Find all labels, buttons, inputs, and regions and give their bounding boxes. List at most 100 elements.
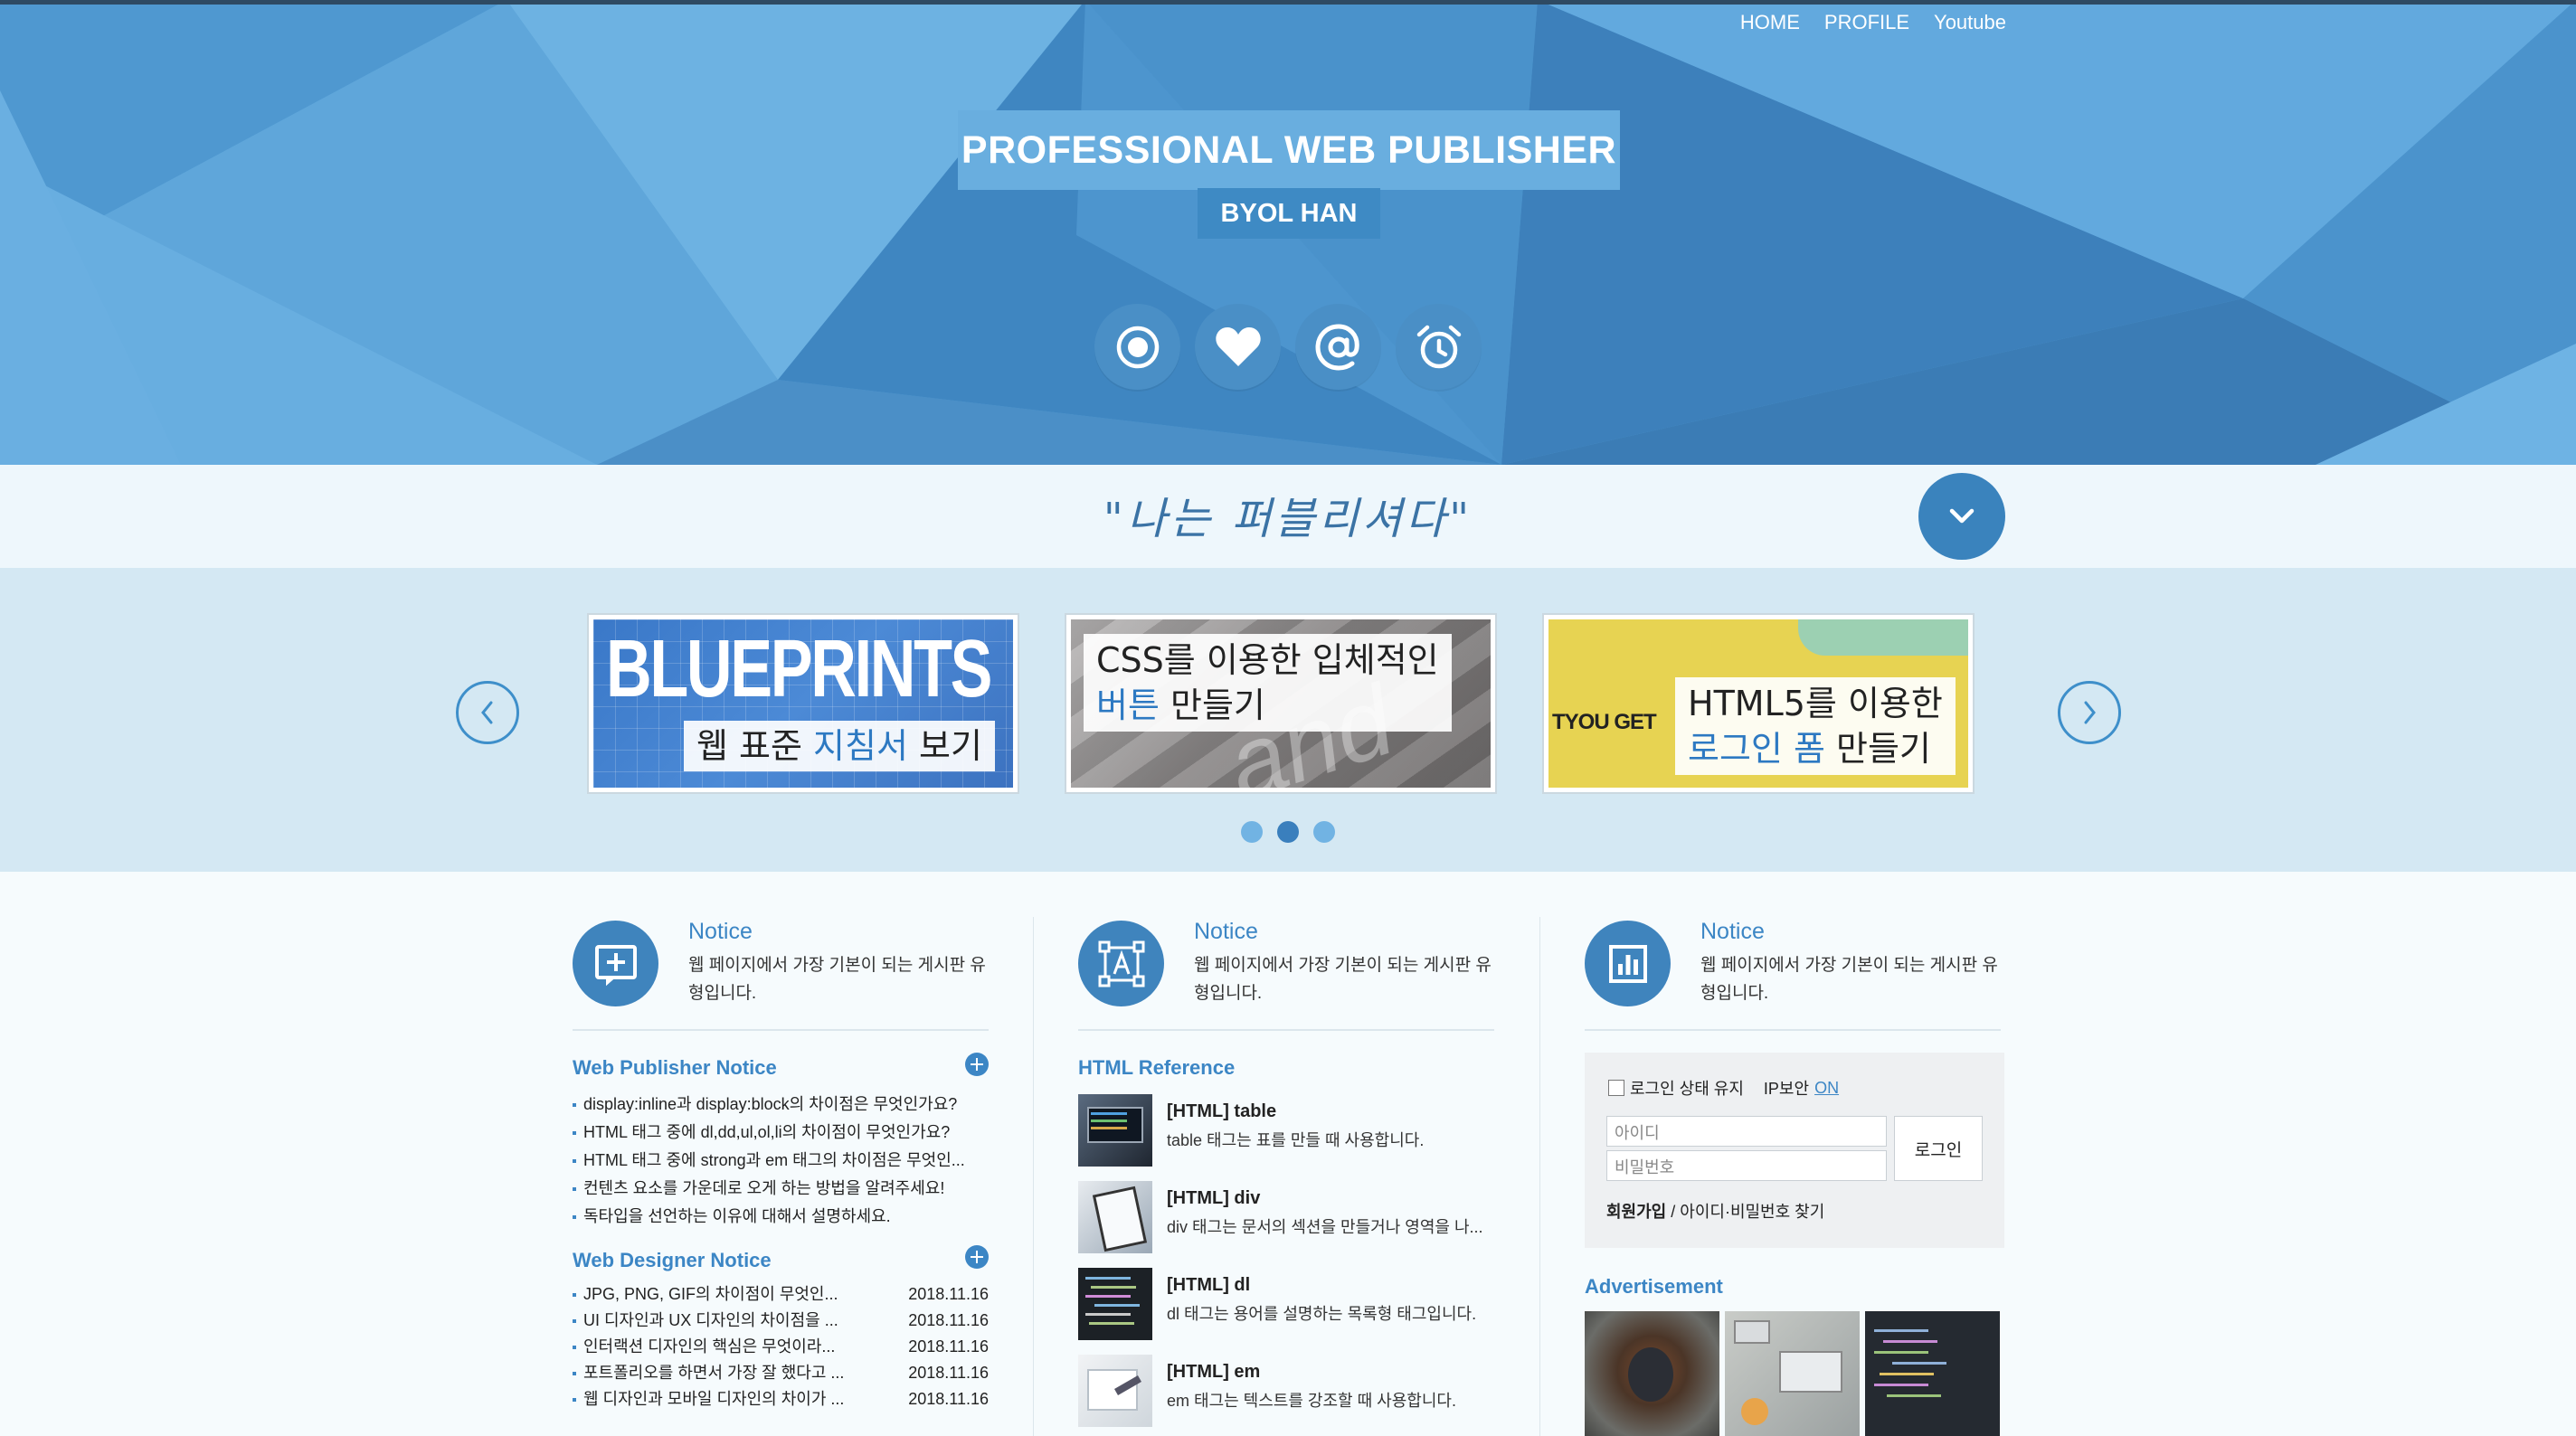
reference-title: [HTML] table bbox=[1167, 1101, 1277, 1121]
login-button[interactable]: 로그인 bbox=[1894, 1116, 1983, 1181]
list-item[interactable]: UI 디자인과 UX 디자인의 차이점을 ... 2018.11.16 bbox=[573, 1308, 989, 1334]
slide-3-caption-post: 만들기 bbox=[1824, 729, 1931, 769]
slide-2-caption-line1: CSS를 이용한 입체적인 bbox=[1096, 640, 1439, 680]
notice-header: Notice 웹 페이지에서 가장 기본이 되는 게시판 유형입니다. bbox=[573, 917, 989, 1031]
reference-title: [HTML] em bbox=[1167, 1362, 1261, 1382]
slogan-text: "나는 퍼블리셔다" bbox=[1103, 494, 1473, 544]
slide-3-caption: HTML5를 이용한로그인 폼 만들기 bbox=[1675, 677, 1956, 775]
ad-image-2[interactable] bbox=[1725, 1311, 1860, 1436]
ad-image-1[interactable] bbox=[1585, 1311, 1719, 1436]
banner-slider: BLUEPRINTS 웹 표준 지침서 보기 and inte CSS를 이용한… bbox=[0, 568, 2576, 872]
ad-image-3[interactable] bbox=[1865, 1311, 2000, 1436]
id-field[interactable]: 아이디 bbox=[1606, 1116, 1887, 1147]
scroll-down-button[interactable] bbox=[1918, 473, 2005, 560]
keep-login-checkbox[interactable] bbox=[1608, 1080, 1624, 1096]
main-content: Notice 웹 페이지에서 가장 기본이 되는 게시판 유형입니다. Web … bbox=[0, 872, 2576, 1436]
reference-item[interactable]: [HTML] table table 태그는 표를 만들 때 사용합니다. bbox=[1078, 1094, 1494, 1167]
hero-subtitle: BYOL HAN bbox=[1198, 188, 1380, 239]
list-item-text: UI 디자인과 UX 디자인의 차이점을 ... bbox=[583, 1311, 838, 1329]
notice-title[interactable]: Notice bbox=[1700, 919, 1765, 945]
slide-blueprints[interactable]: BLUEPRINTS 웹 표준 지침서 보기 bbox=[589, 615, 1018, 792]
advertisement-gallery bbox=[1585, 1311, 2001, 1436]
slide-1-caption-highlight: 지침서 bbox=[813, 726, 908, 766]
ip-security-toggle[interactable]: ON bbox=[1814, 1079, 1839, 1098]
reference-item[interactable]: [HTML] dl dl 태그는 용어를 설명하는 목록형 태그입니다. bbox=[1078, 1268, 1494, 1340]
designer-notice-title-text[interactable]: Web Designer Notice bbox=[573, 1249, 772, 1271]
list-item-text: 인터랙션 디자인의 핵심은 무엇이라... bbox=[583, 1337, 836, 1356]
sketch-thumbnail bbox=[1078, 1355, 1152, 1427]
list-item[interactable]: 인터랙션 디자인의 핵심은 무엇이라... 2018.11.16 bbox=[573, 1334, 989, 1360]
slide-3-caption-line1: HTML5를 이용한 bbox=[1688, 684, 1943, 723]
publisher-notice-list: display:inline과 display:block의 차이점은 무엇인가… bbox=[573, 1091, 989, 1231]
slide-2-caption-highlight: 버튼 bbox=[1096, 685, 1160, 725]
reference-title: [HTML] dl bbox=[1167, 1275, 1251, 1295]
list-item[interactable]: display:inline과 display:block의 차이점은 무엇인가… bbox=[573, 1091, 989, 1119]
laptop-thumbnail bbox=[1078, 1094, 1152, 1167]
hero-banner: HOME PROFILE Youtube PROFESSIONAL WEB PU… bbox=[0, 0, 2576, 465]
chevron-down-icon bbox=[1949, 508, 1975, 524]
plus-icon[interactable] bbox=[965, 1053, 989, 1076]
slider-next-button[interactable] bbox=[2058, 681, 2121, 744]
notice-header: Notice 웹 페이지에서 가장 기본이 되는 게시판 유형입니다. bbox=[1585, 917, 2001, 1031]
slider-dot-1[interactable] bbox=[1241, 821, 1263, 843]
nav-youtube-link[interactable]: Youtube bbox=[1934, 11, 2006, 34]
slide-3-side-text: TYOU GET bbox=[1552, 710, 1657, 734]
nav-profile-link[interactable]: PROFILE bbox=[1824, 11, 1909, 34]
ip-security-label: IP보안 bbox=[1763, 1080, 1810, 1098]
slide-html5-login[interactable]: TYOU GET HTML5를 이용한로그인 폼 만들기 bbox=[1544, 615, 1973, 792]
column-publisher: Notice 웹 페이지에서 가장 기본이 되는 게시판 유형입니다. Web … bbox=[573, 917, 989, 1412]
at-icon[interactable] bbox=[1295, 304, 1381, 390]
list-item[interactable]: 포트폴리오를 하면서 가장 잘 했다고 ... 2018.11.16 bbox=[573, 1360, 989, 1386]
publisher-notice-title-text[interactable]: Web Publisher Notice bbox=[573, 1056, 777, 1079]
slide-1-caption-pre: 웹 표준 bbox=[696, 726, 814, 766]
notice-header: Notice 웹 페이지에서 가장 기본이 되는 게시판 유형입니다. bbox=[1078, 917, 1494, 1031]
reference-item[interactable]: [HTML] div div 태그는 문서의 섹션을 만들거나 영역을 나... bbox=[1078, 1181, 1494, 1253]
nav-home-link[interactable]: HOME bbox=[1740, 11, 1800, 34]
alarm-clock-icon[interactable] bbox=[1396, 304, 1482, 390]
slide-3-caption-highlight: 로그인 폼 bbox=[1688, 729, 1825, 769]
plus-icon[interactable] bbox=[965, 1245, 989, 1269]
column-divider bbox=[1539, 917, 1540, 1436]
list-item[interactable]: 독타입을 선언하는 이유에 대해서 설명하세요. bbox=[573, 1203, 989, 1231]
notice-title[interactable]: Notice bbox=[688, 919, 753, 945]
chevron-left-icon bbox=[481, 701, 493, 724]
slider-pagination bbox=[1241, 821, 1335, 843]
password-field[interactable]: 비밀번호 bbox=[1606, 1150, 1887, 1181]
slider-prev-button[interactable] bbox=[456, 681, 519, 744]
join-link[interactable]: 회원가입 bbox=[1606, 1203, 1666, 1221]
designer-notice-title: Web Designer Notice bbox=[573, 1245, 989, 1272]
list-item[interactable]: 웹 디자인과 모바일 디자인의 차이가 ... 2018.11.16 bbox=[573, 1386, 989, 1412]
list-item-date: 2018.11.16 bbox=[908, 1390, 989, 1408]
column-reference: Notice 웹 페이지에서 가장 기본이 되는 게시판 유형입니다. HTML… bbox=[1078, 917, 1494, 1427]
reference-desc: div 태그는 문서의 섹션을 만들거나 영역을 나... bbox=[1167, 1218, 1483, 1236]
slide-2-caption-post: 만들기 bbox=[1159, 685, 1265, 725]
login-options: 로그인 상태 유지 IP보안 ON bbox=[1608, 1076, 1839, 1100]
slide-1-caption: 웹 표준 지침서 보기 bbox=[684, 721, 995, 771]
tablet-thumbnail bbox=[1078, 1181, 1152, 1253]
slide-3-shape bbox=[1798, 619, 1968, 656]
text-frame-icon bbox=[1078, 921, 1164, 1006]
heart-icon[interactable] bbox=[1195, 304, 1281, 390]
column-divider bbox=[1033, 917, 1034, 1436]
record-icon[interactable] bbox=[1094, 304, 1180, 390]
slider-dot-3[interactable] bbox=[1313, 821, 1335, 843]
list-item[interactable]: JPG, PNG, GIF의 차이점이 무엇인... 2018.11.16 bbox=[573, 1281, 989, 1308]
list-item[interactable]: HTML 태그 중에 dl,dd,ul,ol,li의 차이점이 무엇인가요? bbox=[573, 1119, 989, 1147]
list-item[interactable]: 컨텐츠 요소를 가운데로 오게 하는 방법을 알려주세요! bbox=[573, 1175, 989, 1203]
designer-notice-list: JPG, PNG, GIF의 차이점이 무엇인... 2018.11.16 UI … bbox=[573, 1281, 989, 1412]
reference-item[interactable]: [HTML] em em 태그는 텍스트를 강조할 때 사용합니다. bbox=[1078, 1355, 1494, 1427]
reference-title: [HTML] div bbox=[1167, 1188, 1261, 1208]
hero-icon-group bbox=[1094, 304, 1482, 390]
html-reference-title[interactable]: HTML Reference bbox=[1078, 1056, 1494, 1080]
slide-css-button[interactable]: and inte CSS를 이용한 입체적인버튼 만들기 bbox=[1066, 615, 1495, 792]
list-item-date: 2018.11.16 bbox=[908, 1311, 989, 1329]
bar-chart-icon bbox=[1585, 921, 1671, 1006]
slider-dot-2[interactable] bbox=[1277, 821, 1299, 843]
link-separator: / bbox=[1666, 1203, 1681, 1221]
login-form: 로그인 상태 유지 IP보안 ON 아이디 비밀번호 로그인 회원가입 / 아이… bbox=[1585, 1053, 2004, 1248]
find-account-link[interactable]: 아이디·비밀번호 찾기 bbox=[1680, 1203, 1824, 1221]
list-item-text: JPG, PNG, GIF의 차이점이 무엇인... bbox=[583, 1285, 838, 1303]
list-item[interactable]: HTML 태그 중에 strong과 em 태그의 차이점은 무엇인... bbox=[573, 1147, 989, 1175]
notice-title[interactable]: Notice bbox=[1194, 919, 1258, 945]
list-item-date: 2018.11.16 bbox=[908, 1337, 989, 1356]
